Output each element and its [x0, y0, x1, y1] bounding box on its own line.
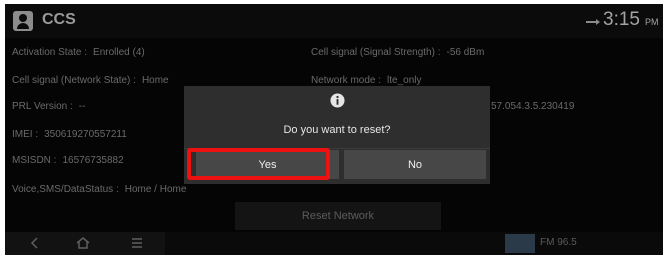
firmware-version-value: 57.054.3.5.230419 — [491, 101, 575, 112]
back-icon[interactable] — [27, 235, 43, 251]
clock-ampm: PM — [645, 17, 659, 27]
network-mode-value: lte_only — [387, 75, 422, 86]
clock-time: 3:15 — [603, 9, 640, 30]
dialog-message: Do you want to reset? — [283, 124, 391, 136]
reset-network-button[interactable]: Reset Network — [235, 202, 441, 230]
bottom-bar: FM 96.5 — [5, 232, 663, 255]
firmware-version-row: 57.054.3.5.230419 — [491, 101, 574, 112]
activation-state-value: Enrolled (4) — [93, 47, 145, 58]
network-mode-row: Network mode : lte_only — [311, 75, 422, 86]
msisdn-label: MSISDN : — [12, 155, 57, 166]
dialog-divider — [184, 148, 490, 149]
voice-sms-data-row: Voice,SMS/DataStatus : Home / Home — [12, 184, 186, 195]
app-title: CCS — [42, 11, 76, 28]
msisdn-value: 16576735882 — [62, 155, 124, 166]
signal-strength-row: Cell signal (Signal Strength) : -56 dBm — [311, 47, 484, 58]
network-state-label: Cell signal (Network State) : — [12, 75, 136, 86]
imei-value: 350619270557211 — [44, 129, 127, 140]
imei-label: IMEI : — [12, 129, 39, 140]
radio-album-art[interactable] — [505, 234, 535, 253]
voice-sms-data-label: Voice,SMS/DataStatus : — [12, 184, 119, 195]
car-screen: CCS 3:15 PM Activation State : Enrolled (… — [5, 4, 663, 255]
activation-state-row: Activation State : Enrolled (4) — [12, 47, 145, 58]
info-icon — [330, 93, 345, 108]
contact-card-icon — [13, 11, 33, 31]
nav-buttons — [5, 232, 165, 255]
radio-station-label[interactable]: FM 96.5 — [540, 237, 577, 248]
yes-button[interactable]: Yes — [196, 150, 339, 179]
no-button[interactable]: No — [344, 150, 486, 179]
home-icon[interactable] — [75, 235, 91, 251]
prl-version-value: -- — [78, 101, 86, 112]
msisdn-row: MSISDN : 16576735882 — [12, 155, 124, 166]
signal-icon — [586, 19, 600, 25]
imei-row: IMEI : 350619270557211 — [12, 129, 127, 140]
activation-state-label: Activation State : — [12, 47, 88, 58]
voice-sms-data-value: Home / Home — [124, 184, 187, 195]
menu-icon[interactable] — [129, 235, 145, 251]
reset-confirm-dialog: Do you want to reset? Yes No — [184, 86, 490, 184]
signal-strength-value: -56 dBm — [446, 47, 485, 58]
signal-strength-label: Cell signal (Signal Strength) : — [311, 47, 441, 58]
network-state-row: Cell signal (Network State) : Home — [12, 75, 169, 86]
prl-version-label: PRL Version : — [12, 101, 73, 112]
network-state-value: Home — [141, 75, 169, 86]
network-mode-label: Network mode : — [311, 75, 382, 86]
prl-version-row: PRL Version : -- — [12, 101, 85, 112]
top-bar: CCS 3:15 PM — [5, 4, 663, 38]
